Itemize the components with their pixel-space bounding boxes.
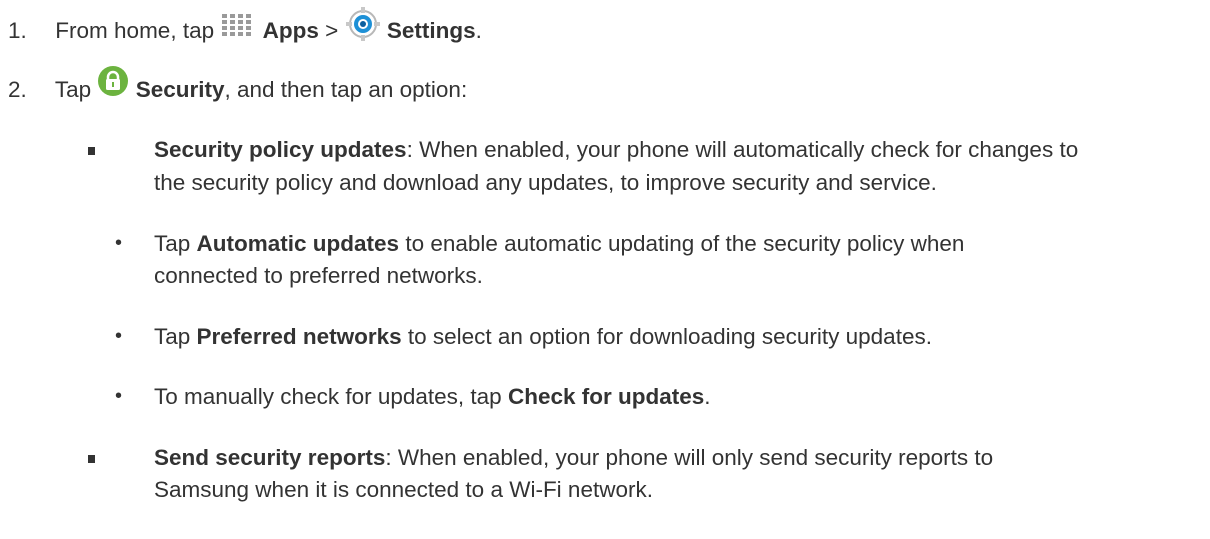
square-bullet [88, 147, 95, 155]
option-desc: : When enabled, your phone will automati… [406, 137, 1079, 162]
option-desc-line2: the security policy and download any upd… [154, 170, 937, 195]
dot-bullet: • [115, 385, 123, 407]
option-title: Send security reports [154, 445, 386, 470]
step-text: Tap [54, 77, 92, 102]
option-security-policy-updates: Security policy updates: When enabled, y… [154, 134, 1078, 165]
subitem-line2: connected to preferred networks. [154, 263, 483, 288]
subitem-check-for-updates: To manually check for updates, tap Check… [154, 384, 711, 409]
step-2: 2. Tap Security, and then tap an option: [8, 66, 467, 107]
step-number: 2. [8, 77, 27, 102]
lock-icon [97, 65, 129, 97]
settings-label: Settings [386, 17, 476, 43]
step-1: 1. From home, tap Apps > Settings. [8, 7, 482, 50]
subitem-automatic-updates: Tap Automatic updates to enable automati… [154, 231, 965, 256]
preferred-networks-label: Preferred networks [196, 324, 402, 349]
automatic-updates-label: Automatic updates [196, 231, 400, 256]
subitem-preferred-networks: Tap Preferred networks to select an opti… [154, 324, 932, 349]
square-bullet [88, 455, 95, 463]
step-text: From home, tap [55, 17, 215, 43]
apps-label: Apps [262, 17, 319, 43]
step-number: 1. [8, 17, 27, 43]
option-send-security-reports: Send security reports: When enabled, you… [154, 442, 993, 473]
option-desc: : When enabled, your phone will only sen… [385, 445, 994, 470]
security-label: Security [135, 77, 225, 102]
separator: > [325, 17, 339, 43]
option-desc-line2: Samsung when it is connected to a Wi-Fi … [154, 477, 653, 502]
settings-gear-icon [345, 6, 381, 42]
option-title: Security policy updates [154, 137, 407, 162]
dot-bullet: • [115, 232, 123, 254]
check-for-updates-label: Check for updates [507, 384, 705, 409]
dot-bullet: • [115, 325, 123, 347]
apps-grid-icon [220, 13, 256, 39]
